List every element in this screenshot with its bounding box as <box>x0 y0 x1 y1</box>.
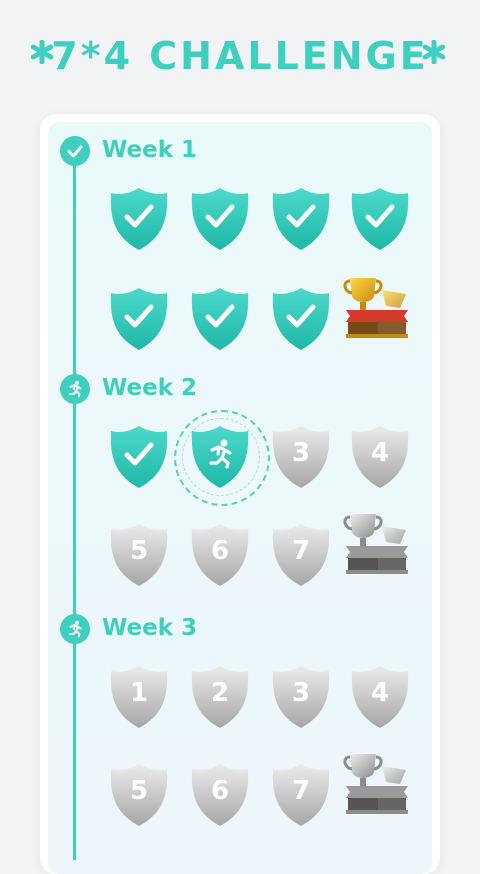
check-icon <box>124 442 154 466</box>
day-number: 5 <box>129 536 149 566</box>
header: 7*4 CHALLENGE <box>0 28 480 88</box>
day-number: 1 <box>129 678 149 708</box>
runner-icon <box>69 380 82 398</box>
day-badge-completed[interactable] <box>190 186 250 252</box>
check-icon <box>205 304 235 328</box>
check-icon <box>124 204 154 228</box>
day-badge-completed[interactable] <box>271 186 331 252</box>
day-number: 4 <box>370 438 390 468</box>
check-icon <box>365 204 395 228</box>
day-badge-completed[interactable] <box>190 286 250 352</box>
day-number: 5 <box>129 776 149 806</box>
week-label: Week 2 <box>102 375 198 401</box>
day-badge-locked[interactable]: 3 <box>271 664 331 730</box>
week-label: Week 1 <box>102 137 198 163</box>
day-badge-locked[interactable]: 7 <box>271 522 331 588</box>
day-number: 4 <box>370 678 390 708</box>
week-status-dot <box>60 614 90 644</box>
day-badge-locked[interactable]: 4 <box>350 664 410 730</box>
day-badge-locked[interactable]: 2 <box>190 664 250 730</box>
day-number: 7 <box>291 536 311 566</box>
day-badge-completed[interactable] <box>350 186 410 252</box>
day-number: 6 <box>210 536 230 566</box>
day-badge-completed[interactable] <box>109 424 169 490</box>
gold-trophy-icon <box>343 278 408 338</box>
day-badge-locked[interactable]: 3 <box>271 424 331 490</box>
day-badge-completed[interactable] <box>109 186 169 252</box>
runner-icon <box>209 439 232 469</box>
asterisk-icon <box>422 40 446 64</box>
day-number: 3 <box>291 438 311 468</box>
check-icon <box>67 145 83 158</box>
silver-trophy-icon <box>343 754 408 814</box>
day-badge-locked[interactable]: 1 <box>109 664 169 730</box>
week-status-dot <box>60 374 90 404</box>
timeline-rail <box>73 160 76 860</box>
day-badge-locked[interactable]: 6 <box>190 522 250 588</box>
check-icon <box>286 204 316 228</box>
check-icon <box>124 304 154 328</box>
day-badge-completed[interactable] <box>109 286 169 352</box>
check-icon <box>205 204 235 228</box>
day-badge-completed[interactable] <box>271 286 331 352</box>
week-label: Week 3 <box>102 615 198 641</box>
day-badge-locked[interactable]: 4 <box>350 424 410 490</box>
check-icon <box>286 304 316 328</box>
page-title: 7*4 CHALLENGE <box>51 34 429 78</box>
runner-icon <box>69 620 82 638</box>
day-number: 6 <box>210 776 230 806</box>
day-badge-locked[interactable]: 5 <box>109 522 169 588</box>
day-badge-current[interactable] <box>190 424 250 490</box>
day-badge-locked[interactable]: 5 <box>109 762 169 828</box>
day-number: 3 <box>291 678 311 708</box>
day-badge-locked[interactable]: 7 <box>271 762 331 828</box>
day-number: 7 <box>291 776 311 806</box>
silver-trophy-icon <box>343 514 408 574</box>
day-badge-locked[interactable]: 6 <box>190 762 250 828</box>
week-status-dot <box>60 136 90 166</box>
day-number: 2 <box>210 678 230 708</box>
